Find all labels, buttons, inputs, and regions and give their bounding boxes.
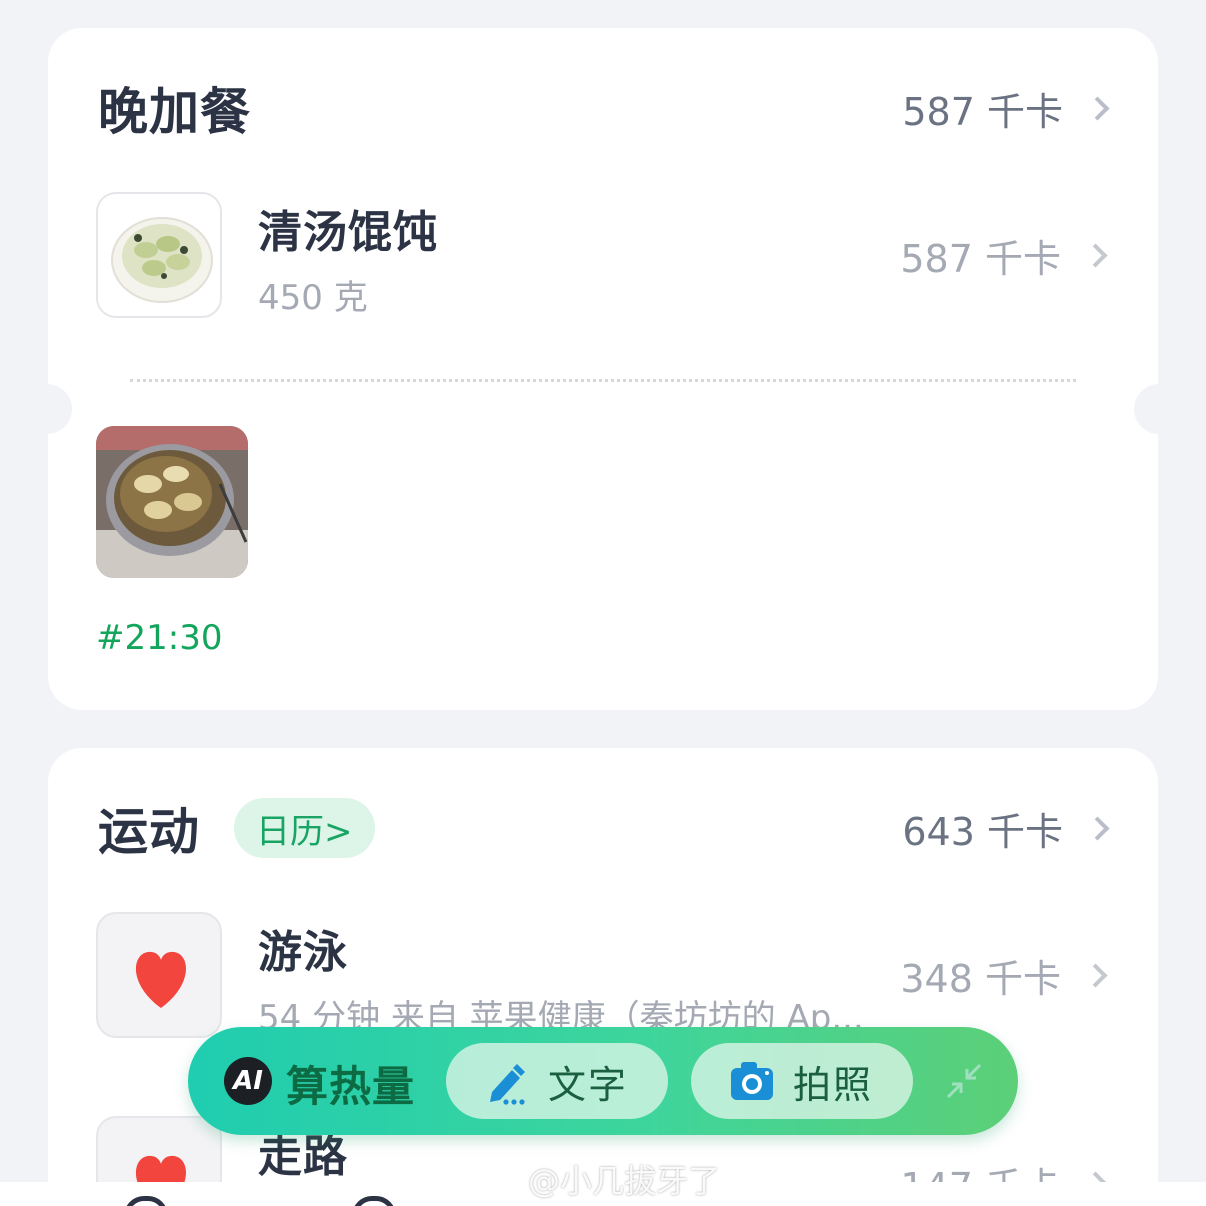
chevron-right-icon [1085,815,1110,841]
chevron-right-icon [1083,243,1108,268]
chevron-right-icon [1083,963,1108,988]
weibo-logo-icon [484,1164,526,1195]
text-input-button[interactable]: 文字 [446,1043,668,1119]
ai-badge-icon: AI [224,1057,272,1105]
chevron-right-icon [1085,95,1110,121]
exercise-section-header[interactable]: 运动 日历> 643 千卡 [98,796,1114,861]
food-name: 清汤馄饨 [258,207,438,258]
section-title: 运动 [98,803,200,861]
wonton-pot-photo [96,426,248,578]
photo-button-label: 拍照 [793,1062,874,1107]
calendar-button[interactable]: 日历> [234,798,375,858]
meal-total-kcal[interactable]: 587 千卡 [902,81,1114,136]
wonton-soup-image [111,217,213,303]
exercise-thumbnail [96,912,222,1038]
camera-icon [731,1062,773,1100]
card-notch-left [22,384,72,434]
meal-section-header[interactable]: 晚加餐 587 千卡 [98,76,1114,141]
food-item-row[interactable]: 清汤馄饨 450 克 587 千卡 [96,192,1112,318]
text-button-label: 文字 [548,1062,629,1107]
exercise-name: 游泳 [258,927,348,978]
meal-card: 晚加餐 587 千卡 清汤馄饨 450 克 587 千卡 #21:30 [22,28,1184,710]
exercise-item-row[interactable]: 游泳 54 分钟 来自 苹果健康（秦坊坊的 Ap... 348 千卡 [96,912,1112,1038]
dotted-divider [130,379,1076,382]
card-notch-right [1134,384,1184,434]
pencil-icon [490,1064,525,1105]
photo-button[interactable]: 拍照 [691,1043,913,1119]
meal-photo[interactable] [96,426,248,578]
exercise-total-kcal[interactable]: 643 千卡 [902,801,1114,856]
ai-calorie-action-bar: AI 算热量 文字 拍照 [188,1027,1018,1135]
food-kcal: 587 千卡 [900,228,1112,283]
collapse-icon[interactable] [944,1061,984,1101]
time-tag[interactable]: #21:30 [96,618,222,658]
food-thumbnail [96,192,222,318]
section-title: 晚加餐 [98,83,251,141]
heart-icon [135,951,187,1008]
weibo-watermark: @小几拔牙了 [484,1156,720,1202]
exercise-kcal: 348 千卡 [900,948,1112,1003]
exercise-card: 运动 日历> 643 千卡 游泳 54 分钟 来自 苹果健康（秦坊坊的 Ap..… [48,748,1158,1206]
ai-calorie-label: 算热量 [286,1062,416,1111]
food-amount: 450 克 [258,278,368,318]
